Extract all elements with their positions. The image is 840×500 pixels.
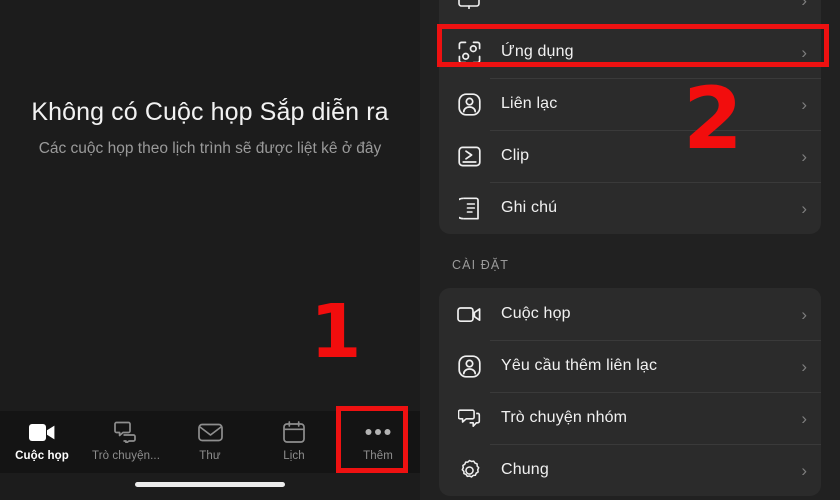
calendar-icon (283, 420, 305, 444)
envelope-icon (197, 420, 223, 444)
more-menu-panel: › Ứng dụng › Liên lạc › Clip › Ghi chú ›… (420, 0, 840, 500)
ellipsis-icon (365, 420, 391, 444)
app-screenshot: Không có Cuộc họp Sắp diễn ra Các cuộc h… (0, 0, 840, 500)
bottom-tab-bar: Cuộc họp Trò chuyện... Thư Lịch Thêm (0, 411, 420, 473)
menu-item-tro-chuyen-nhom[interactable]: Trò chuyện nhóm › (439, 392, 821, 444)
gear-icon (457, 458, 481, 482)
menu-item-clip[interactable]: Clip › (439, 130, 821, 182)
chevron-right-icon: › (801, 0, 807, 10)
menu-item-label: Ứng dụng (501, 43, 574, 60)
chevron-right-icon: › (801, 42, 807, 62)
menu-item-partial-top[interactable]: › (439, 0, 821, 26)
home-indicator (135, 482, 285, 487)
annotation-step-1: 1 (310, 289, 361, 375)
menu-item-label: Liên lạc (501, 95, 558, 112)
chevron-right-icon: › (801, 356, 807, 376)
chevron-right-icon: › (801, 304, 807, 324)
menu-item-label: Chung (501, 461, 549, 478)
video-camera-icon (29, 420, 55, 444)
settings-section-header: CÀI ĐẶT (452, 258, 510, 272)
video-camera-icon (457, 302, 481, 326)
tab-thu[interactable]: Thư (168, 411, 252, 473)
chat-bubbles-icon (114, 420, 138, 444)
tab-label: Thêm (363, 450, 393, 462)
tab-label: Trò chuyện... (92, 450, 160, 462)
chevron-right-icon: › (801, 94, 807, 114)
empty-state: Không có Cuộc họp Sắp diễn ra Các cuộc h… (0, 95, 420, 160)
tab-them[interactable]: Thêm (336, 411, 420, 473)
menu-item-label: Yêu cầu thêm liên lạc (501, 357, 658, 374)
menu-item-lien-lac[interactable]: Liên lạc › (439, 78, 821, 130)
apps-frame-icon (457, 40, 481, 64)
menu-item-label: Cuộc họp (501, 305, 571, 322)
notes-icon (457, 196, 481, 220)
empty-state-title: Không có Cuộc họp Sắp diễn ra (31, 98, 389, 126)
tab-lich[interactable]: Lịch (252, 411, 336, 473)
tab-tro-chuyen[interactable]: Trò chuyện... (84, 411, 168, 473)
clip-play-icon (457, 144, 481, 168)
menu-item-label (501, 0, 506, 9)
settings-group-card: Cuộc họp › Yêu cầu thêm liên lạc › Trò c… (439, 288, 821, 496)
menu-item-yeu-cau-them-lien-lac[interactable]: Yêu cầu thêm liên lạc › (439, 340, 821, 392)
menu-item-label: Trò chuyện nhóm (501, 409, 628, 426)
chevron-right-icon: › (801, 408, 807, 428)
whiteboard-icon (457, 0, 481, 12)
meetings-panel: Không có Cuộc họp Sắp diễn ra Các cuộc h… (0, 0, 420, 500)
tab-cuoc-hop[interactable]: Cuộc họp (0, 411, 84, 473)
tab-label: Thư (199, 450, 221, 462)
menu-item-ung-dung[interactable]: Ứng dụng › (439, 26, 821, 78)
empty-state-subtitle: Các cuộc họp theo lịch trình sẽ được liệ… (38, 140, 382, 157)
chevron-right-icon: › (801, 198, 807, 218)
menu-item-ghi-chu[interactable]: Ghi chú › (439, 182, 821, 234)
apps-group-card: › Ứng dụng › Liên lạc › Clip › Ghi chú › (439, 0, 821, 234)
menu-item-chung[interactable]: Chung › (439, 444, 821, 496)
contact-person-icon (457, 354, 481, 378)
menu-item-cuoc-hop[interactable]: Cuộc họp › (439, 288, 821, 340)
chevron-right-icon: › (801, 460, 807, 480)
contact-person-icon (457, 92, 481, 116)
group-chat-icon (457, 406, 481, 430)
tab-label: Lịch (283, 450, 305, 462)
chevron-right-icon: › (801, 146, 807, 166)
tab-label: Cuộc họp (15, 450, 69, 462)
menu-item-label: Clip (501, 147, 530, 164)
annotation-step-2: 2 (683, 69, 743, 169)
menu-item-label: Ghi chú (501, 199, 558, 216)
